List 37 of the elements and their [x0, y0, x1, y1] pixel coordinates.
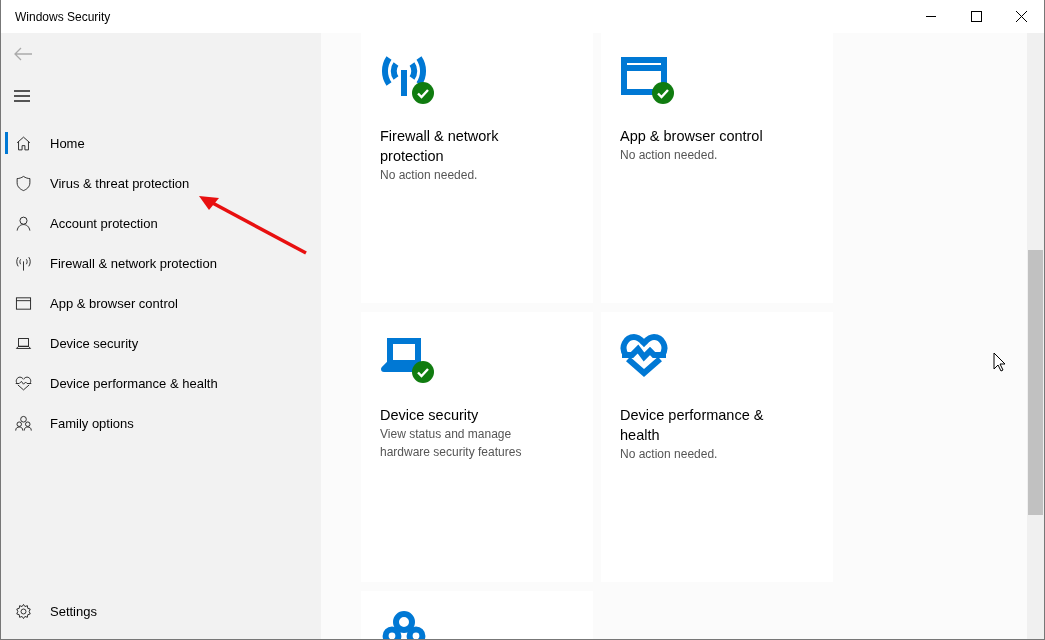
security-tile[interactable]: Device performance & health No action needed.	[601, 312, 833, 582]
security-tile[interactable]: Device security View status and manage hardware security features	[361, 312, 593, 582]
tile-status: View status and manage hardware security features	[380, 426, 523, 461]
tile-status: No action needed.	[620, 446, 719, 463]
sidebar-item[interactable]: Device performance & health	[1, 363, 321, 403]
close-icon	[1016, 11, 1027, 22]
mouse-pointer-icon	[993, 352, 1006, 372]
sidebar-item[interactable]: Home	[1, 123, 321, 163]
tile-status: No action needed.	[380, 167, 479, 184]
settings-icon	[15, 602, 32, 620]
menu-icon	[13, 90, 31, 102]
antenna-icon	[15, 254, 32, 272]
scrollbar[interactable]	[1027, 33, 1044, 639]
security-tile[interactable]: App & browser control No action needed.	[601, 33, 833, 303]
back-arrow-icon	[13, 47, 33, 61]
heart-pulse-icon	[620, 331, 668, 379]
sidebar-item[interactable]: Account protection	[1, 203, 321, 243]
security-tile[interactable]: Firewall & network protection No action needed.	[361, 33, 593, 303]
tile-title: Device performance & health	[620, 406, 765, 445]
family-icon	[15, 414, 32, 432]
sidebar-item[interactable]: Device security	[1, 323, 321, 363]
tile-title: Firewall & network protection	[380, 127, 500, 166]
sidebar-item[interactable]: App & browser control	[1, 283, 321, 323]
sidebar-item[interactable]: Virus & threat protection	[1, 163, 321, 203]
window-title: Windows Security	[14, 9, 112, 24]
sidebar-item[interactable]: Family options	[1, 403, 321, 443]
heart-pulse-icon	[15, 374, 32, 392]
shield-icon	[15, 174, 32, 192]
person-icon	[15, 214, 32, 232]
home-icon	[15, 134, 32, 152]
settings-item[interactable]: Settings	[1, 591, 321, 631]
maximize-icon	[971, 11, 982, 22]
tile-title: App & browser control	[620, 127, 764, 146]
browser-window-icon	[15, 294, 32, 312]
tile-status: No action needed.	[620, 147, 719, 164]
sidebar-item[interactable]: Firewall & network protection	[1, 243, 321, 283]
tile-title: Device security	[380, 406, 480, 425]
